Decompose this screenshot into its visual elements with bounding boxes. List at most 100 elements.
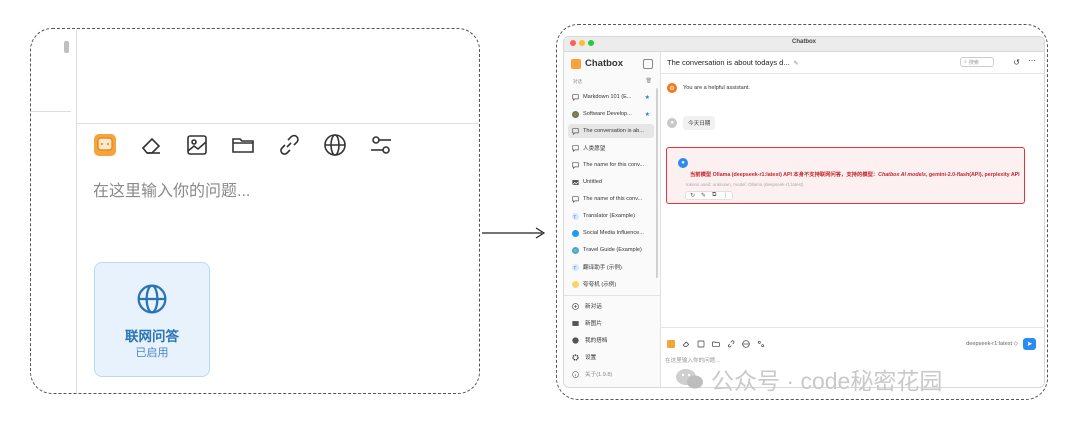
chatbox-logo-icon[interactable] <box>667 340 675 348</box>
chat-icon <box>572 161 579 169</box>
history-icon[interactable]: ↺ <box>1013 58 1020 67</box>
new-image-button[interactable]: 新图片 <box>572 319 602 327</box>
collapse-sidebar-icon[interactable] <box>643 59 653 69</box>
sidebar-divider <box>564 295 660 296</box>
settings-sliders-icon[interactable] <box>757 340 765 348</box>
conversation-item[interactable]: The name for this conv... <box>568 158 654 172</box>
system-message-text: You are a helpful assistant. <box>683 85 750 91</box>
conversation-label: The name for this conv... <box>583 162 645 168</box>
settings-sliders-icon[interactable] <box>369 133 393 157</box>
web-search-status: 已启用 <box>135 347 169 359</box>
chat-icon <box>572 195 579 203</box>
my-partners-button[interactable]: 我的搭档 <box>572 336 607 344</box>
send-icon: ➤ <box>1026 341 1033 348</box>
assistant-message-text: 当前模型 Ollama (deepseek-r1:latest) API 本身不… <box>690 170 1020 178</box>
model-select[interactable]: deepseek-r1:latest ◇ <box>966 341 1018 347</box>
regenerate-icon[interactable]: ↻ <box>690 192 695 199</box>
chat-icon <box>572 93 579 101</box>
sidebar-divider <box>76 29 77 393</box>
star-icon[interactable]: ★ <box>645 94 650 101</box>
conversation-item[interactable]: Social Media Influence... <box>568 226 654 240</box>
globe-icon[interactable] <box>742 340 750 348</box>
eraser-icon[interactable] <box>139 133 163 157</box>
star-icon[interactable]: ★ <box>645 111 650 118</box>
agent-avatar-icon <box>572 110 579 118</box>
message-part: 当前模型 Ollama (deepseek-r1:latest) API 本身不… <box>690 172 879 178</box>
scroll-handle[interactable] <box>64 41 69 53</box>
header-divider <box>661 73 1044 74</box>
assistant-error-message: ● 当前模型 Ollama (deepseek-r1:latest) API 本… <box>666 147 1025 204</box>
chatbox-window: Chatbox Chatbox 对话 🗑 Markdown 101 (E... … <box>563 36 1045 388</box>
conversation-label: 翻译助手 (示例) <box>583 265 622 271</box>
link-icon[interactable] <box>277 133 301 157</box>
more-icon[interactable]: ⋮ <box>722 192 728 199</box>
conversation-item[interactable]: Software Develop... ★ <box>568 107 654 121</box>
conversation-label: Untitled <box>583 179 602 185</box>
conversation-label: 夸夸机 (示例) <box>583 282 617 288</box>
chat-main: The conversation is about todays d... ✎ … <box>661 52 1044 387</box>
about-button[interactable]: 关于(1.9.8) <box>572 370 612 378</box>
globe-icon[interactable] <box>323 133 347 157</box>
image-icon <box>572 179 579 186</box>
composer-toolbar <box>667 340 765 348</box>
translator-avatar-icon: T <box>572 263 579 271</box>
edit-icon[interactable]: ✎ <box>794 61 799 67</box>
system-message: ⚙ You are a helpful assistant. <box>667 83 750 93</box>
conversation-item[interactable]: The name of this conv... <box>568 192 654 206</box>
image-icon[interactable] <box>697 340 705 348</box>
info-icon <box>572 370 579 378</box>
praise-avatar-icon <box>572 280 579 288</box>
search-input[interactable]: ⌕ 搜索 <box>960 57 994 67</box>
search-placeholder: 搜索 <box>968 59 979 66</box>
folder-icon[interactable] <box>231 133 255 157</box>
input-placeholder[interactable]: 在这里输入你的问题... <box>93 177 250 201</box>
composer-divider <box>661 327 1044 328</box>
chatbox-logo-icon <box>571 58 581 69</box>
conversation-item[interactable]: Travel Guide (Example) <box>568 243 654 257</box>
image-icon <box>572 320 579 327</box>
image-icon[interactable] <box>185 133 209 157</box>
conversation-item[interactable]: T 翻译助手 (示例) <box>568 260 654 274</box>
send-button[interactable]: ➤ <box>1023 338 1036 350</box>
my-partners-label: 我的搭档 <box>585 338 608 344</box>
user-message-text: 今天日期 <box>683 116 716 130</box>
conversation-item[interactable]: 人类愿望 <box>568 141 654 155</box>
eraser-icon[interactable] <box>682 340 690 348</box>
composer-toolbar <box>93 133 393 157</box>
conversation-item[interactable]: Markdown 101 (E... ★ <box>568 90 654 104</box>
twitter-avatar-icon <box>572 229 579 237</box>
more-icon[interactable]: ⋯ <box>1028 56 1036 65</box>
conversation-item[interactable]: T Translator (Example) <box>568 209 654 223</box>
conversation-item-active[interactable]: The conversation is ab... <box>568 124 654 138</box>
edit-icon[interactable]: ✎ <box>701 192 706 199</box>
brand: Chatbox <box>571 58 623 69</box>
new-chat-button[interactable]: 新对话 <box>572 302 602 310</box>
conversation-item[interactable]: 夸夸机 (示例) <box>568 277 654 291</box>
conversation-label: Travel Guide (Example) <box>583 247 642 253</box>
about-label: 关于(1.9.8) <box>585 372 613 378</box>
conversation-item[interactable]: Untitled <box>568 175 654 189</box>
new-chat-label: 新对话 <box>585 304 602 310</box>
settings-label: 设置 <box>585 355 597 361</box>
folder-icon[interactable] <box>712 340 720 348</box>
message-actions: ↻ ✎ ⧉ ⋮ <box>685 191 734 200</box>
composer-divider <box>76 123 479 124</box>
svg-text:T: T <box>573 214 576 220</box>
travel-avatar-icon <box>572 246 579 254</box>
web-search-card[interactable]: 联网问答 已启用 <box>94 262 210 377</box>
settings-button[interactable]: 设置 <box>572 353 596 361</box>
conversation-title[interactable]: The conversation is about todays d... ✎ <box>667 58 799 67</box>
brand-name: Chatbox <box>585 58 623 69</box>
trash-icon[interactable]: 🗑 <box>646 78 652 84</box>
sidebar-scrollbar[interactable] <box>656 88 658 278</box>
copy-icon[interactable]: ⧉ <box>712 192 716 199</box>
token-meta: tokens used: unknown, model: Ollama (dee… <box>686 182 804 187</box>
chatbox-logo-icon[interactable] <box>93 133 117 157</box>
chat-icon <box>572 144 579 152</box>
plus-circle-icon <box>572 302 579 310</box>
chatbox-ai-link[interactable]: Chatbox AI models <box>878 172 926 178</box>
conversation-label: Translator (Example) <box>583 213 636 219</box>
conversation-label: Markdown 101 (E... <box>583 94 632 100</box>
link-icon[interactable] <box>727 340 735 348</box>
conversations-section-label: 对话 <box>573 79 582 84</box>
